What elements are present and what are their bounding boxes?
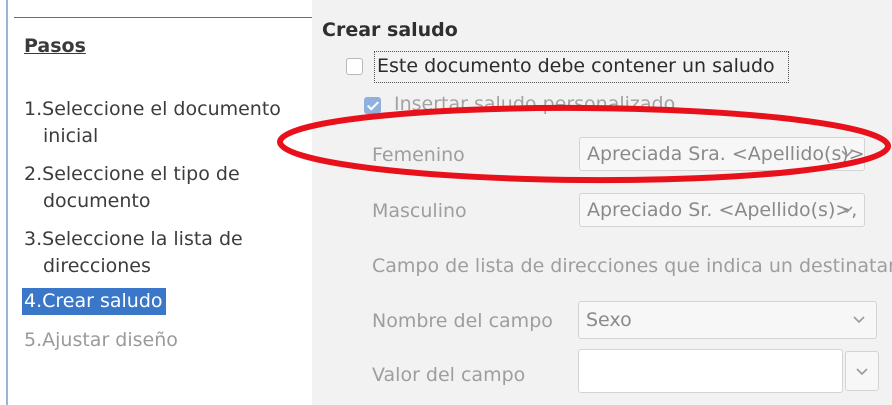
male-label: Masculino: [372, 200, 467, 222]
address-field-info: Campo de lista de direcciones que indica…: [372, 255, 892, 277]
step-4-active[interactable]: 4.Crear saludo: [22, 288, 166, 315]
chevron-down-icon: [851, 302, 869, 338]
field-name-label: Nombre del campo: [372, 310, 553, 332]
step-label-cont: documento: [43, 190, 151, 212]
female-greeting-value: Apreciada Sra. <Apellido(s)>,: [587, 143, 865, 165]
field-name-dropdown[interactable]: Sexo: [578, 301, 877, 339]
steps-heading: Pasos: [24, 35, 86, 57]
field-value-dropdown-button[interactable]: [845, 351, 879, 391]
step-label: Crear saludo: [42, 290, 163, 312]
divider: [14, 17, 312, 18]
chevron-down-icon: [839, 194, 857, 226]
step-2[interactable]: 2.Seleccione el tipo de documento: [24, 161, 240, 215]
field-value-label: Valor del campo: [372, 364, 526, 386]
field-value-input[interactable]: [578, 349, 843, 393]
step-1[interactable]: 1.Seleccione el documento inicial: [24, 96, 281, 150]
personalized-greeting-checkbox[interactable]: [364, 97, 381, 114]
female-label: Femenino: [372, 144, 465, 166]
step-5[interactable]: 5.Ajustar diseño: [24, 327, 178, 354]
step-label-cont: inicial: [43, 125, 99, 147]
contain-salutation-checkbox[interactable]: [346, 58, 363, 75]
step-label: Ajustar diseño: [42, 329, 178, 351]
chevron-down-icon: [839, 138, 857, 170]
steps-panel: Pasos 1.Seleccione el documento inicial …: [0, 0, 312, 405]
step-number: 3.: [24, 228, 43, 250]
step-number: 5.: [24, 329, 43, 351]
step-label-cont: direcciones: [43, 255, 151, 277]
male-greeting-value: Apreciado Sr. <Apellido(s)>,: [587, 199, 858, 221]
contain-salutation-label: Este documento debe contener un saludo: [377, 55, 775, 77]
panel-edge: [6, 0, 8, 405]
step-number: 2.: [24, 163, 43, 185]
greeting-page: Crear saludo Este documento debe contene…: [312, 0, 892, 405]
step-label: Seleccione el tipo de: [42, 163, 240, 185]
step-3[interactable]: 3.Seleccione la lista de direcciones: [24, 226, 243, 280]
female-greeting-dropdown[interactable]: Apreciada Sra. <Apellido(s)>,: [579, 137, 865, 171]
page-title: Crear saludo: [322, 19, 458, 41]
step-number: 4.: [24, 290, 43, 312]
field-name-value: Sexo: [586, 309, 632, 331]
step-label: Seleccione la lista de: [42, 228, 243, 250]
personalized-greeting-label: Insertar saludo personalizado: [394, 93, 676, 115]
step-number: 1.: [24, 98, 43, 120]
male-greeting-dropdown[interactable]: Apreciado Sr. <Apellido(s)>,: [579, 193, 865, 227]
step-label: Seleccione el documento: [42, 98, 281, 120]
